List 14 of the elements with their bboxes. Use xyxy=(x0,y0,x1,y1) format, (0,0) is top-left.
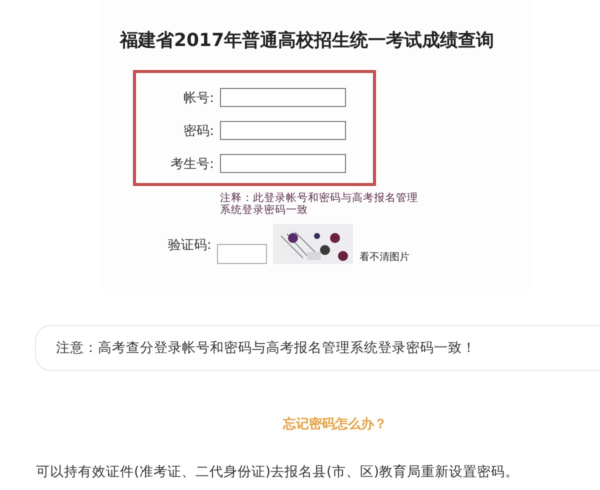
field-label: 考生号: xyxy=(170,156,215,172)
input-field[interactable] xyxy=(220,121,346,140)
section-heading: 忘记密码怎么办？ xyxy=(283,417,387,432)
refresh-captcha-link[interactable]: 看不清图片 xyxy=(359,250,410,264)
paragraph: 可以持有效证件(准考证、二代身份证)去报名县(市、区)教育局重新设置密码。 xyxy=(36,463,520,481)
captcha-field[interactable] xyxy=(217,244,268,264)
field-label: 验证码: xyxy=(168,237,212,254)
input-field[interactable] xyxy=(220,88,346,107)
page-title: 福建省2017年普通高校招生统一考试成绩查询 xyxy=(120,29,494,52)
notice-text: 注意：高考查分登录帐号和密码与高考报名管理系统登录密码一致！ xyxy=(56,339,476,357)
input-field[interactable] xyxy=(220,154,346,173)
login-note: 注释：此登录帐号和密码与高考报名管理系统登录密码一致 xyxy=(220,192,419,216)
field-label: 密码: xyxy=(182,122,215,140)
field-label: 帐号: xyxy=(182,90,215,106)
